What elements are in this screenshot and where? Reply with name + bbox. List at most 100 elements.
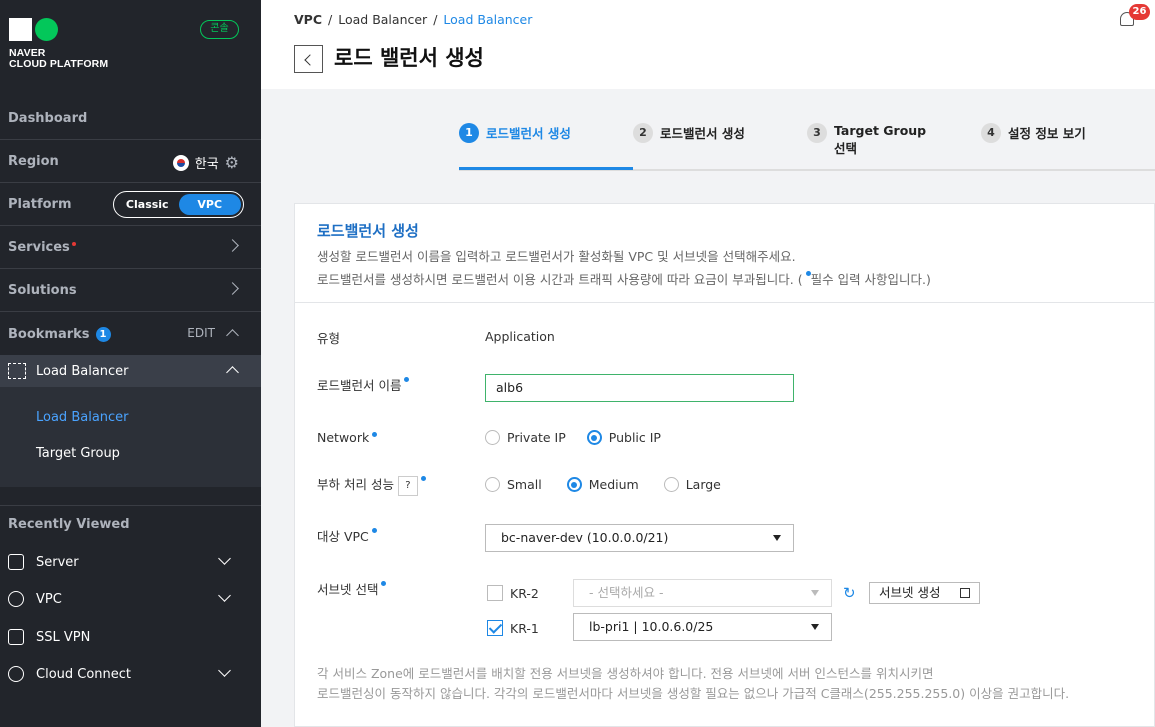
recent-item-ssl-vpn[interactable]: SSL VPN: [8, 625, 253, 649]
form-description-2-tail: 필수 입력 사항입니다.): [810, 272, 931, 287]
bookmark-load-balancer-header[interactable]: Load Balancer: [0, 355, 261, 387]
sidebar: NAVER CLOUD PLATFORM 콘솔 Dashboard Region…: [0, 0, 261, 727]
type-value: Application: [485, 329, 555, 344]
form-description-1: 생성할 로드밸런서 이름을 입력하고 로드밸런서가 활성화될 VPC 및 서브넷…: [317, 249, 796, 264]
notification-count-badge: 26: [1129, 4, 1150, 20]
form-description-2-text: 로드밸런서를 생성하시면 로드밸런서 이용 시간과 트래픽 사용량에 따라 요금…: [317, 272, 803, 287]
sidebar-item-services[interactable]: Services: [0, 227, 261, 269]
recent-item-server[interactable]: Server: [8, 550, 253, 574]
step-number: 3: [807, 123, 827, 143]
vpc-select-value: bc-naver-dev (10.0.0.0/21): [501, 530, 669, 545]
bookmarks-count-badge: 1: [95, 326, 111, 342]
sidebar-item-load-balancer[interactable]: Load Balancer: [36, 410, 129, 425]
step-label: 설정 정보 보기: [1008, 126, 1086, 141]
logo-mark: [9, 18, 108, 41]
perf-label-text: 부하 처리 성능: [317, 477, 394, 492]
network-label-text: Network: [317, 430, 370, 445]
load-balancer-icon: [8, 363, 26, 379]
chevron-down-icon[interactable]: [218, 552, 231, 565]
server-icon: [8, 554, 24, 570]
perf-large-label[interactable]: Large: [686, 477, 721, 492]
step-2[interactable]: 2 로드밸런서 생성: [633, 123, 745, 143]
step-label: 로드밸런서 생성: [660, 126, 745, 141]
sidebar-bookmarks-row[interactable]: Bookmarks 1 EDIT: [0, 313, 261, 355]
create-subnet-button[interactable]: 서브넷 생성: [869, 582, 980, 604]
perf-medium-label[interactable]: Medium: [589, 477, 639, 492]
chevron-up-icon[interactable]: [226, 366, 239, 379]
region-label: Region: [8, 154, 59, 169]
perf-small-radio[interactable]: [485, 477, 500, 492]
step-label: 로드밸런서 생성: [486, 126, 571, 141]
name-label: 로드밸런서 이름: [317, 375, 410, 394]
chevron-down-icon[interactable]: [218, 664, 231, 677]
kr2-subnet-select[interactable]: - 선택하세요 -: [573, 579, 832, 607]
name-label-text: 로드밸런서 이름: [317, 378, 402, 393]
active-step-indicator: [459, 167, 633, 170]
lb-head-label: Load Balancer: [36, 363, 129, 379]
console-button[interactable]: 콘솔: [200, 20, 239, 39]
divider: [0, 505, 261, 506]
platform-label: Platform: [8, 197, 72, 212]
cloud-icon: [8, 591, 24, 607]
recent-item-cloud-connect[interactable]: Cloud Connect: [8, 662, 253, 686]
breadcrumb-current[interactable]: Load Balancer: [443, 12, 532, 27]
vpc-select[interactable]: bc-naver-dev (10.0.0.0/21): [485, 524, 794, 552]
platform-classic-option[interactable]: Classic: [116, 194, 179, 215]
help-icon[interactable]: ?: [397, 475, 418, 496]
network-private-radio[interactable]: [485, 430, 500, 445]
gear-icon[interactable]: ⚙: [225, 153, 239, 172]
perf-small-label[interactable]: Small: [507, 477, 542, 492]
required-dot-icon: [371, 528, 377, 533]
recent-item-vpc[interactable]: VPC: [8, 587, 253, 611]
bookmark-load-balancer-group: Load Balancer Load Balancer Target Group: [0, 355, 261, 487]
platform-toggle[interactable]: Classic VPC: [113, 191, 244, 218]
breadcrumb-load-balancer[interactable]: Load Balancer: [338, 12, 427, 27]
kr2-checkbox[interactable]: [487, 585, 503, 601]
network-public-radio[interactable]: [586, 430, 602, 445]
form-description-2: 로드밸런서를 생성하시면 로드밸런서 이용 시간과 트래픽 사용량에 따라 요금…: [317, 269, 931, 288]
caret-down-icon: [811, 590, 819, 596]
perf-radio-group: Small Medium Large: [485, 477, 721, 492]
network-private-label[interactable]: Private IP: [507, 430, 566, 445]
required-dot-icon: [420, 476, 426, 481]
perf-large-radio[interactable]: [663, 477, 679, 492]
breadcrumb: VPC / Load Balancer / Load Balancer: [294, 12, 532, 27]
services-label: Services: [8, 240, 70, 255]
perf-medium-radio[interactable]: [566, 477, 582, 492]
region-selector[interactable]: 한국 ⚙: [172, 153, 239, 172]
platform-vpc-option[interactable]: VPC: [178, 194, 241, 215]
chevron-down-icon[interactable]: [218, 589, 231, 602]
step-4[interactable]: 4 설정 정보 보기: [981, 123, 1086, 143]
form-card: 로드밸런서 생성 생성할 로드밸런서 이름을 입력하고 로드밸런서가 활성화될 …: [294, 203, 1155, 727]
sidebar-item-solutions[interactable]: Solutions: [0, 270, 261, 312]
kr1-subnet-select[interactable]: lb-pri1 | 10.0.6.0/25: [573, 613, 832, 641]
step-number: 1: [459, 123, 479, 143]
caret-down-icon: [773, 535, 781, 541]
bookmarks-edit-button[interactable]: EDIT: [187, 326, 215, 340]
recent-item-label: VPC: [36, 591, 62, 607]
kr1-label: KR-1: [510, 621, 539, 636]
kr1-checkbox[interactable]: [487, 620, 503, 636]
step-label: Target Group 선택: [834, 123, 927, 156]
breadcrumb-vpc[interactable]: VPC: [294, 12, 322, 27]
network-public-label[interactable]: Public IP: [609, 430, 661, 445]
region-value: 한국: [194, 157, 219, 172]
naver-cloud-logo[interactable]: NAVER CLOUD PLATFORM: [9, 18, 108, 70]
refresh-icon[interactable]: ↻: [843, 584, 856, 602]
step-3[interactable]: 3 Target Group 선택: [807, 123, 937, 157]
bookmarks-label: Bookmarks: [8, 326, 90, 342]
sidebar-item-dashboard[interactable]: Dashboard: [0, 98, 261, 140]
create-subnet-label: 서브넷 생성: [879, 585, 941, 600]
step-1[interactable]: 1 로드밸런서 생성: [459, 123, 571, 143]
chevron-up-icon[interactable]: [226, 329, 239, 342]
kr1-select-value: lb-pri1 | 10.0.6.0/25: [589, 619, 714, 634]
name-input[interactable]: alb6: [485, 374, 794, 402]
connect-icon: [8, 666, 24, 682]
sidebar-item-target-group[interactable]: Target Group: [36, 446, 120, 461]
solutions-label: Solutions: [8, 283, 77, 298]
subnet-note-1: 각 서비스 Zone에 로드밸런서를 배치할 전용 서브넷을 생성하셔야 합니다…: [317, 666, 934, 681]
perf-label: 부하 처리 성능 ?: [317, 474, 426, 496]
back-button[interactable]: [294, 45, 323, 73]
step-number: 4: [981, 123, 1001, 143]
korea-flag-icon: [172, 154, 189, 171]
